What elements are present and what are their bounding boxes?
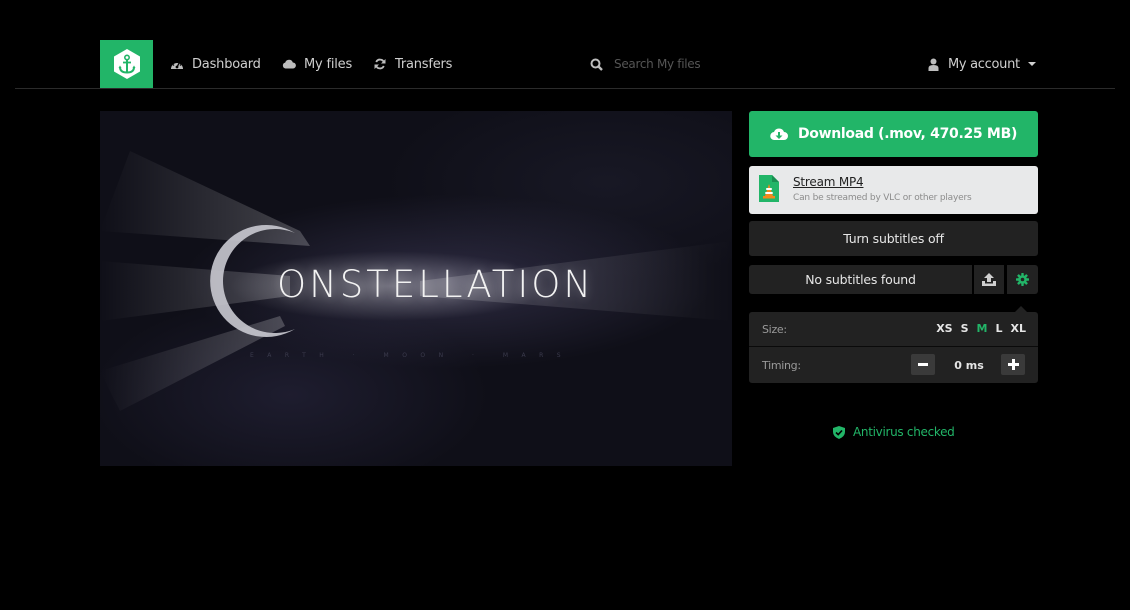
light-beam	[100, 151, 310, 246]
antivirus-label: Antivirus checked	[853, 425, 955, 439]
size-option-xs[interactable]: XS	[936, 322, 952, 335]
subtitles-toolbar: No subtitles found	[749, 265, 1038, 294]
nav-my-files[interactable]: My files	[282, 55, 352, 73]
size-options: XS S M L XL	[936, 322, 1026, 335]
plus-icon	[1007, 359, 1019, 370]
timing-value: 0 ms	[954, 359, 984, 372]
size-option-m[interactable]: M	[977, 322, 988, 335]
antivirus-status: Antivirus checked	[833, 424, 955, 440]
nav-my-files-label: My files	[304, 56, 353, 72]
nav-transfers[interactable]: Transfers	[373, 55, 452, 73]
stream-description: Can be streamed by VLC or other players	[793, 193, 972, 203]
minus-icon	[918, 363, 928, 366]
shield-check-icon	[833, 425, 845, 439]
dashboard-gauge-icon	[170, 57, 184, 71]
download-button[interactable]: Download (.mov, 470.25 MB)	[749, 111, 1038, 157]
gear-icon	[1016, 273, 1029, 286]
upload-subtitles-button[interactable]	[974, 265, 1004, 294]
subtitle-timing-row: Timing: 0 ms	[749, 348, 1038, 383]
cloud-icon	[282, 57, 296, 71]
size-option-l[interactable]: L	[995, 322, 1002, 335]
subtitles-status: No subtitles found	[749, 265, 972, 294]
video-player[interactable]: ONSTELLATION EARTH · MOON · MARS	[100, 111, 732, 466]
nav-dashboard[interactable]: Dashboard	[170, 55, 261, 73]
size-option-s[interactable]: S	[961, 322, 969, 335]
nav-transfers-label: Transfers	[395, 56, 453, 72]
size-option-xl[interactable]: XL	[1011, 322, 1027, 335]
user-icon	[928, 57, 940, 71]
search-bar	[590, 55, 774, 73]
turn-subtitles-off-button[interactable]: Turn subtitles off	[749, 221, 1038, 256]
search-icon[interactable]	[590, 57, 604, 71]
stream-title[interactable]: Stream MP4	[793, 175, 864, 189]
timing-decrease-button[interactable]	[911, 354, 935, 375]
cloud-download-icon	[770, 127, 788, 141]
my-account-label: My account	[948, 56, 1020, 72]
subtitle-settings-button[interactable]	[1007, 265, 1038, 294]
video-subtitle-text: EARTH · MOON · MARS	[250, 352, 575, 359]
caret-down-icon	[1027, 62, 1036, 66]
stream-mp4-link[interactable]: Stream MP4 Can be streamed by VLC or oth…	[749, 166, 1038, 214]
nav-dashboard-label: Dashboard	[192, 56, 261, 72]
upload-icon	[982, 273, 996, 286]
search-input[interactable]	[614, 57, 774, 71]
anchor-icon	[113, 49, 140, 79]
subtitle-size-row: Size: XS S M L XL	[749, 312, 1038, 347]
vlc-file-icon	[759, 175, 779, 206]
logo-button[interactable]	[100, 40, 153, 88]
timing-increase-button[interactable]	[1001, 354, 1025, 375]
refresh-icon	[373, 57, 387, 71]
my-account-menu[interactable]: My account	[928, 55, 1036, 73]
video-title-text: ONSTELLATION	[277, 263, 595, 306]
download-label: Download (.mov, 470.25 MB)	[797, 126, 1018, 142]
size-label: Size:	[762, 323, 787, 336]
top-navbar: Dashboard My files Transfers My account	[0, 0, 1130, 90]
header-divider	[15, 88, 1115, 89]
subtitle-settings-popover: Size: XS S M L XL Timing: 0 ms	[749, 306, 1038, 383]
timing-label: Timing:	[762, 359, 801, 372]
